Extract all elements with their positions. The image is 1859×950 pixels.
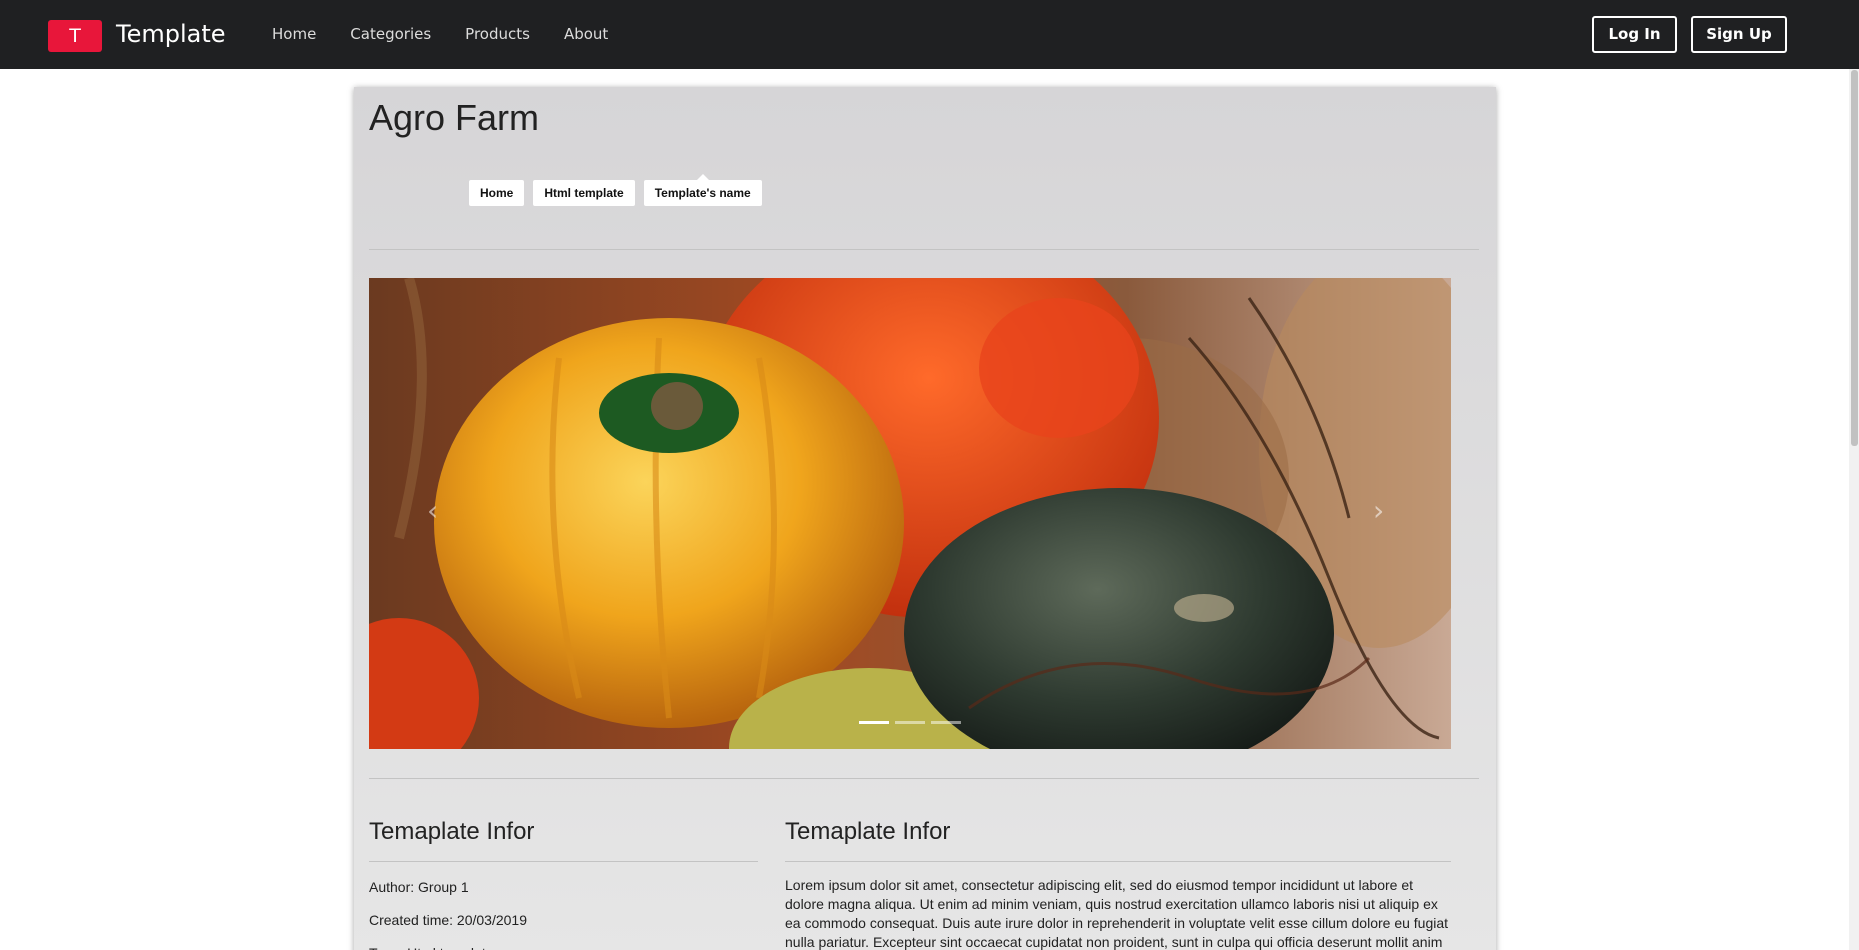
breadcrumb-html-template[interactable]: Html template [533,180,635,206]
carousel-slide-image [369,278,1451,749]
description-text: Lorem ipsum dolor sit amet, consectetur … [785,877,1449,950]
info-heading: Temaplate Infor [369,817,758,862]
nav-links: Home Categories Products About [272,24,642,44]
chevron-right-icon[interactable]: › [1373,496,1384,526]
image-carousel: ‹ › [369,278,1451,749]
brand-logo[interactable]: T [48,20,102,52]
nav-link-home[interactable]: Home [272,24,316,44]
signup-button[interactable]: Sign Up [1691,16,1787,53]
chevron-left-icon[interactable]: ‹ [427,496,438,526]
divider [369,778,1479,779]
template-description-panel: Temaplate Infor Lorem ipsum dolor sit am… [785,817,1451,950]
breadcrumb: Home Html template Template's name [469,174,771,206]
nav-link-about[interactable]: About [564,24,608,44]
carousel-indicator-3[interactable] [931,721,961,724]
type-text: Type: Html template [369,945,758,950]
top-navbar: T Template Home Categories Products Abou… [0,0,1859,69]
breadcrumb-home[interactable]: Home [469,180,525,206]
breadcrumb-template-name[interactable]: Template's name [643,174,762,206]
template-info-panel: Temaplate Infor Author: Group 1 Created … [369,817,758,950]
nav-link-products[interactable]: Products [465,24,530,44]
template-card: Agro Farm Home Html template Template's … [354,87,1496,950]
page-scrollbar-thumb[interactable] [1851,70,1858,446]
created-time-text: Created time: 20/03/2019 [369,912,527,928]
login-button[interactable]: Log In [1592,16,1677,53]
page-title: Agro Farm [369,97,540,138]
author-text: Author: Group 1 [369,879,469,895]
nav-link-categories[interactable]: Categories [350,24,431,44]
divider [369,249,1479,250]
carousel-indicator-1[interactable] [859,721,889,724]
description-heading: Temaplate Infor [785,817,1451,862]
carousel-indicator-2[interactable] [895,721,925,724]
brand-name[interactable]: Template [116,18,226,50]
carousel-indicators [859,721,967,724]
